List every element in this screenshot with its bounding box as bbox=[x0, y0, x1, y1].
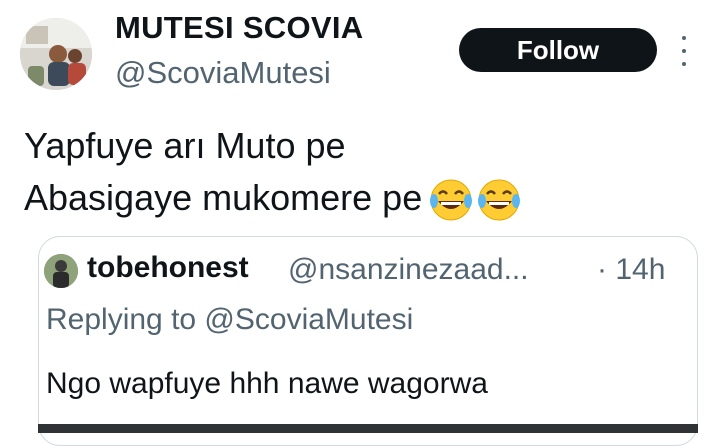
more-options-icon[interactable] bbox=[676, 36, 692, 66]
tweet-text: Yapfuye arı Muto pe Abasigaye mukomere p… bbox=[24, 120, 524, 224]
quoted-author-handle[interactable]: @nsanzinezaad... bbox=[288, 253, 529, 287]
quoted-author-avatar[interactable] bbox=[44, 254, 78, 288]
profile-photo-icon bbox=[20, 18, 92, 90]
replying-to-label: Replying to @ScoviaMutesi bbox=[46, 303, 414, 336]
quoted-author-name[interactable]: tobehonest bbox=[87, 251, 249, 285]
author-avatar[interactable] bbox=[20, 18, 92, 90]
quoted-media-edge bbox=[38, 424, 698, 433]
tweet-line-2-text: Abasigaye mukomere pe bbox=[24, 177, 423, 218]
author-display-name[interactable]: MUTESI SCOVIA bbox=[115, 10, 363, 46]
dot bbox=[682, 49, 686, 53]
tweet-line-1: Yapfuye arı Muto pe bbox=[24, 125, 346, 166]
laughing-emoji-icon bbox=[430, 179, 521, 221]
tweet-line-2: Abasigaye mukomere pe bbox=[24, 172, 524, 224]
author-handle[interactable]: @ScoviaMutesi bbox=[115, 55, 331, 91]
quoted-timestamp[interactable]: · 14h bbox=[597, 253, 665, 287]
dot bbox=[682, 36, 686, 40]
dot bbox=[682, 62, 686, 66]
quoted-tweet-text: Ngo wapfuye hhh nawe wagorwa bbox=[46, 367, 488, 400]
profile-photo-icon bbox=[44, 254, 78, 288]
follow-button[interactable]: Follow bbox=[459, 28, 657, 72]
